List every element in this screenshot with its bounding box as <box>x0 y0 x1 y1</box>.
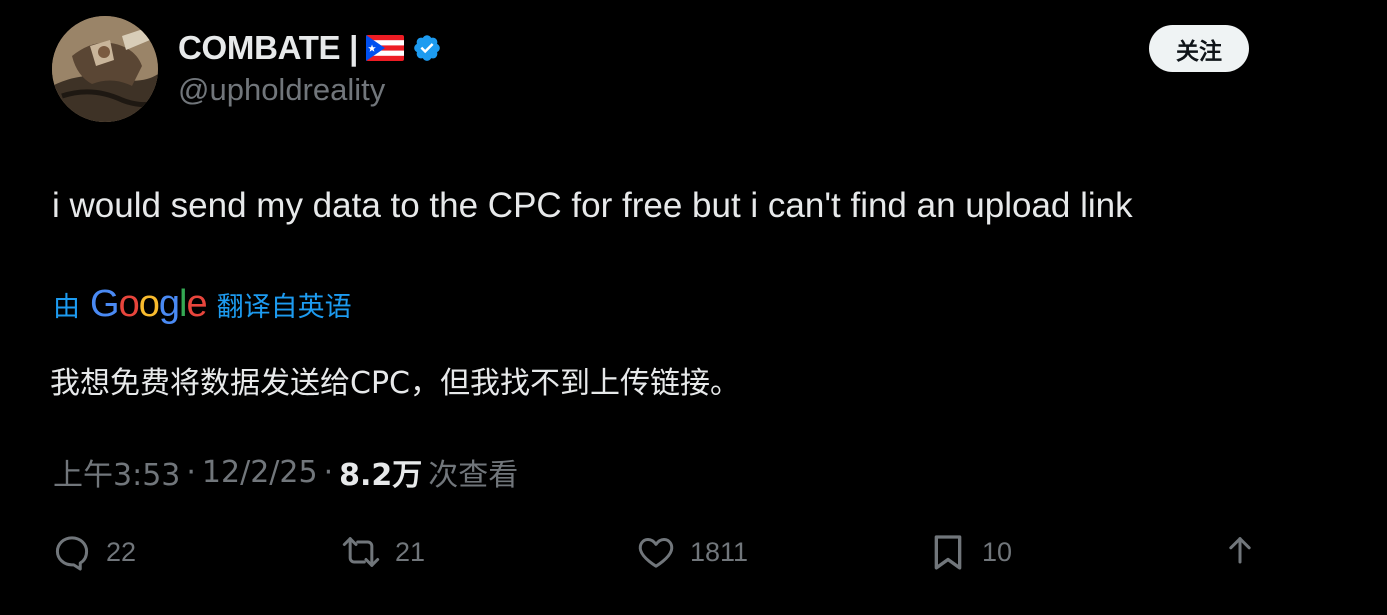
meta-separator: · <box>186 454 196 490</box>
google-logo-letter: o <box>138 282 160 325</box>
translated-tweet-text: 我想免费将数据发送给CPC，但我找不到上传链接。 <box>50 366 740 401</box>
display-name[interactable]: COMBATE | <box>178 29 358 67</box>
google-logo-letter: G <box>90 282 120 325</box>
tweet-actions: 22 21 1811 10 <box>0 525 1387 579</box>
tweet-detail: COMBATE | @upholdreality 关注 i would send… <box>0 0 1387 615</box>
avatar[interactable] <box>52 16 158 122</box>
bookmark-count: 10 <box>982 536 1013 567</box>
avatar-image <box>52 16 158 122</box>
views-label: 次查看 <box>428 458 519 493</box>
share-icon <box>1229 537 1251 564</box>
retweet-count: 21 <box>395 536 426 567</box>
tweet-time[interactable]: 上午3:53 <box>53 450 180 494</box>
heart-icon <box>638 538 674 568</box>
retweet-icon <box>342 537 380 567</box>
like-count: 1811 <box>690 536 749 567</box>
google-logo-letter: o <box>118 282 140 325</box>
follow-button[interactable]: 关注 <box>1149 25 1249 72</box>
reply-icon <box>55 536 89 571</box>
puerto-rico-flag-icon <box>366 35 405 61</box>
author-name-row: COMBATE | <box>178 28 442 68</box>
tweet-meta: 上午3:53 · 12/2/25 · 8.2万 次查看 <box>53 450 519 494</box>
like-button[interactable]: 1811 <box>636 525 748 579</box>
reply-count: 22 <box>106 536 137 567</box>
share-button[interactable] <box>1220 525 1260 579</box>
translated-by-label: 由 <box>53 291 80 323</box>
bookmark-icon <box>934 535 962 570</box>
meta-separator: · <box>323 454 334 490</box>
retweet-button[interactable]: 21 <box>341 525 425 579</box>
verified-badge-icon <box>412 33 442 63</box>
tweet-date[interactable]: 12/2/25 <box>202 455 318 490</box>
google-logo-letter: g <box>158 282 180 325</box>
translated-from-english-link[interactable]: 翻译自英语 <box>217 285 352 324</box>
tweet-text: i would send my data to the CPC for free… <box>52 186 1133 225</box>
google-logo-letter: e <box>186 282 207 325</box>
google-logo: Google <box>90 282 208 326</box>
reply-button[interactable]: 22 <box>52 525 136 579</box>
bookmark-button[interactable]: 10 <box>928 525 1012 579</box>
author-handle[interactable]: @upholdreality <box>178 72 385 108</box>
views-count: 8.2万 <box>339 458 423 493</box>
translation-attribution: 由 Google 翻译自英语 <box>53 282 352 326</box>
